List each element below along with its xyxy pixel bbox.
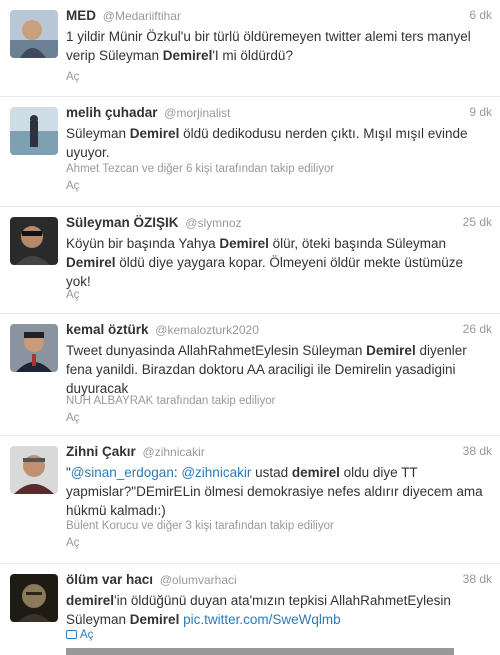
highlight-keyword: Demirel bbox=[66, 255, 116, 270]
highlight-keyword: Demirel bbox=[129, 612, 180, 627]
tweet-card[interactable]: MED @Medariiftihar 6 dk 1 yildir Münir Ö… bbox=[0, 0, 500, 97]
highlight-keyword: Demirel bbox=[129, 126, 180, 141]
tweet-text-segment: Köyün bir başında Yahya bbox=[66, 236, 220, 251]
tweet-text: "@sinan_erdogan: @zihnicakir ustad demir… bbox=[66, 463, 490, 520]
user-name[interactable]: Süleyman ÖZIŞIK bbox=[66, 215, 179, 230]
tweet-text-segment: ustad bbox=[251, 465, 292, 480]
expand-link[interactable]: Aç bbox=[66, 412, 79, 424]
expand-link[interactable]: Aç bbox=[66, 71, 79, 83]
user-handle[interactable]: @olumvarhaci bbox=[160, 573, 237, 587]
avatar[interactable] bbox=[10, 107, 58, 155]
tweet-card[interactable]: Süleyman ÖZIŞIK @slymnoz 25 dk Köyün bir… bbox=[0, 207, 500, 314]
tweet-timestamp[interactable]: 6 dk bbox=[469, 8, 492, 22]
tweet-text-segment: ölür, öteki başında Süleyman bbox=[268, 236, 446, 251]
follow-context: Bülent Korucu ve diğer 3 kişi tarafından… bbox=[66, 520, 334, 532]
tweet-timeline: MED @Medariiftihar 6 dk 1 yildir Münir Ö… bbox=[0, 0, 500, 655]
user-handle[interactable]: @Medariiftihar bbox=[103, 9, 181, 23]
photo-icon bbox=[66, 630, 77, 639]
tweet-text: Köyün bir başında Yahya Demirel ölür, öt… bbox=[66, 234, 490, 291]
highlight-keyword: demirel bbox=[66, 593, 115, 608]
tweet-timestamp[interactable]: 38 dk bbox=[463, 444, 492, 458]
highlight-keyword: Demirel bbox=[219, 236, 269, 251]
tweet-text-segment: Süleyman bbox=[66, 126, 130, 141]
user-handle[interactable]: @morjinalist bbox=[164, 106, 230, 120]
tweet-link[interactable]: pic.twitter.com/SweWqlmb bbox=[183, 612, 341, 627]
tweet-card[interactable]: kemal öztürk @kemalozturk2020 26 dk Twee… bbox=[0, 314, 500, 436]
tweet-text: 1 yildir Münir Özkul'u bir türlü öldürem… bbox=[66, 27, 490, 65]
tweet-text-segment: Tweet dunyasinda AllahRahmetEylesin Süle… bbox=[66, 343, 367, 358]
avatar[interactable] bbox=[10, 446, 58, 494]
tweet-card[interactable]: melih çuhadar @morjinalist 9 dk Süleyman… bbox=[0, 97, 500, 207]
tweet-timestamp[interactable]: 9 dk bbox=[469, 105, 492, 119]
follow-context: NUH ALBAYRAK tarafından takip ediliyor bbox=[66, 395, 276, 407]
avatar[interactable] bbox=[10, 10, 58, 58]
tweet-text: Tweet dunyasinda AllahRahmetEylesin Süle… bbox=[66, 341, 490, 398]
tweet-text-segment: öldü diye yaygara kopar. Ölmeyeni öldür … bbox=[66, 255, 463, 289]
avatar[interactable] bbox=[10, 574, 58, 622]
highlight-keyword: Demirel bbox=[366, 343, 416, 358]
tweet-text: demirel'in öldüğünü duyan ata'mızın tepk… bbox=[66, 591, 490, 629]
user-name[interactable]: melih çuhadar bbox=[66, 105, 158, 120]
tweet-link[interactable]: @sinan_erdogan bbox=[71, 465, 174, 480]
highlight-keyword: demirel bbox=[291, 465, 340, 480]
tweet-card[interactable]: ölüm var hacı @olumvarhaci 38 dk demirel… bbox=[0, 564, 500, 655]
user-handle[interactable]: @zihnicakir bbox=[143, 445, 205, 459]
avatar[interactable] bbox=[10, 324, 58, 372]
expand-link[interactable]: Aç bbox=[66, 289, 79, 301]
expand-media-link[interactable]: Aç bbox=[66, 629, 93, 641]
expand-label: Aç bbox=[80, 629, 94, 641]
tweet-text-segment: 'I mi öldürdü? bbox=[212, 48, 293, 63]
expand-link[interactable]: Aç bbox=[66, 180, 79, 192]
follow-context: Ahmet Tezcan ve diğer 6 kişi tarafından … bbox=[66, 163, 335, 175]
user-handle[interactable]: @slymnoz bbox=[185, 216, 241, 230]
tweet-card[interactable]: Zihni Çakır @zihnicakir 38 dk "@sinan_er… bbox=[0, 436, 500, 564]
user-name[interactable]: Zihni Çakır bbox=[66, 444, 136, 459]
avatar[interactable] bbox=[10, 217, 58, 265]
tweet-timestamp[interactable]: 25 dk bbox=[463, 215, 492, 229]
tweet-timestamp[interactable]: 38 dk bbox=[463, 572, 492, 586]
user-handle[interactable]: @kemalozturk2020 bbox=[155, 323, 259, 337]
user-name[interactable]: ölüm var hacı bbox=[66, 572, 153, 587]
expand-link[interactable]: Aç bbox=[66, 537, 79, 549]
user-name[interactable]: MED bbox=[66, 8, 96, 23]
highlight-keyword: Demirel bbox=[162, 48, 213, 63]
media-preview[interactable] bbox=[66, 648, 454, 655]
tweet-link[interactable]: @zihnicakir bbox=[181, 465, 251, 480]
user-name[interactable]: kemal öztürk bbox=[66, 322, 149, 337]
tweet-text: Süleyman Demirel öldü dedikodusu nerden … bbox=[66, 124, 490, 162]
tweet-timestamp[interactable]: 26 dk bbox=[463, 322, 492, 336]
